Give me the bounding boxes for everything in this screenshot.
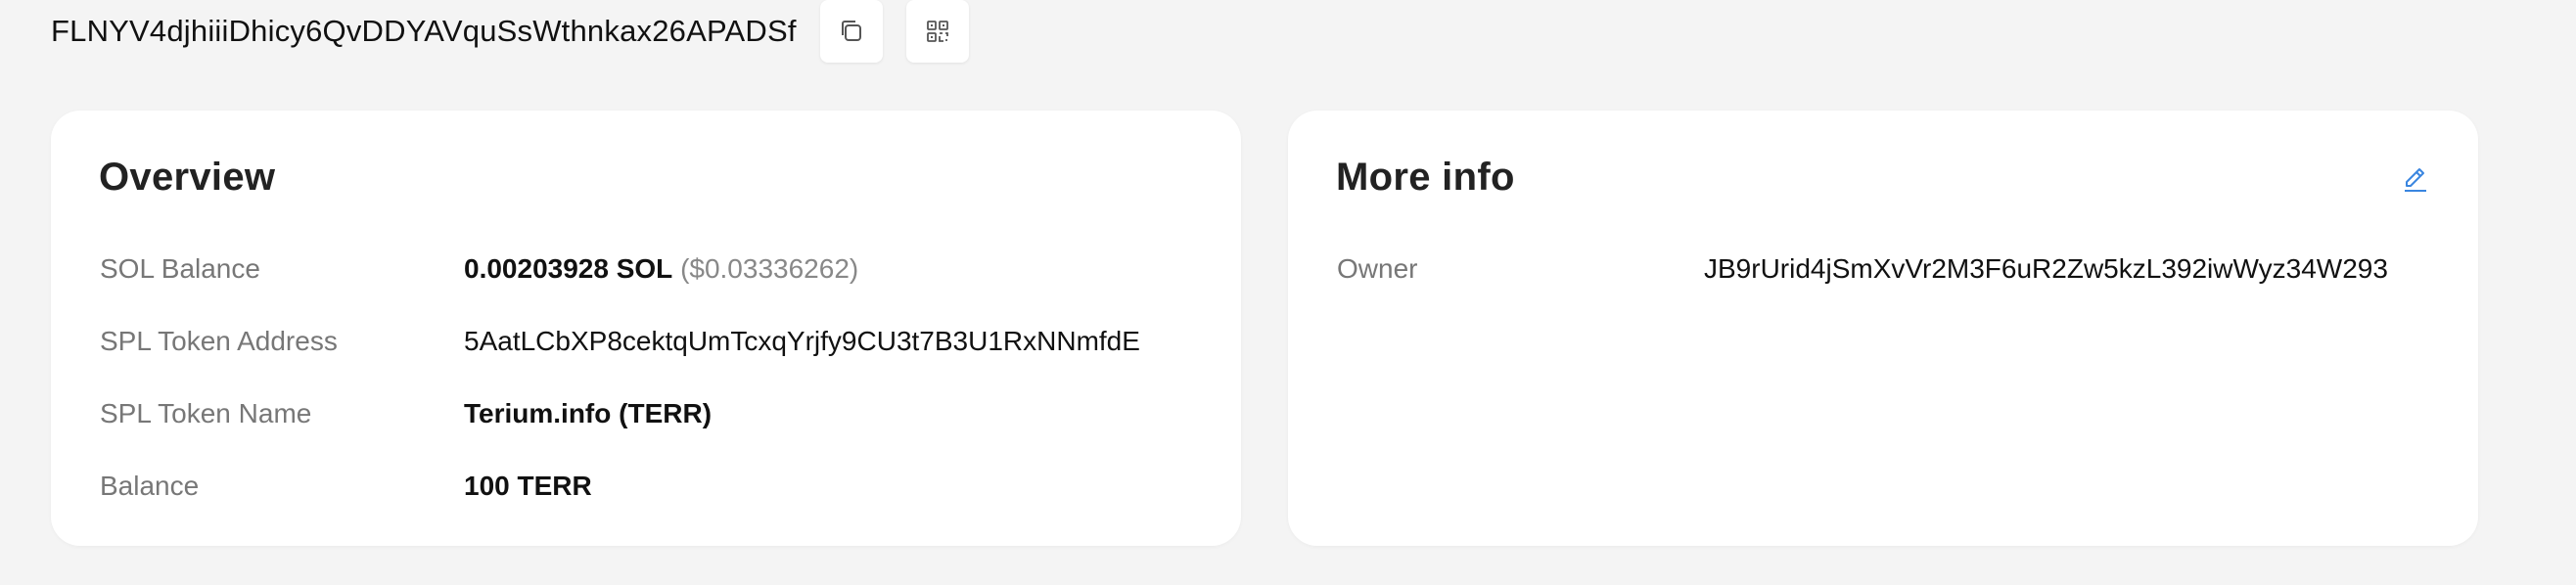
qr-code-button[interactable] [905,0,969,63]
sol-balance-amount: 0.00203928 SOL [464,253,673,284]
spl-token-name-value: Terium.info (TERR) [464,398,713,428]
sol-balance-label: SOL Balance [100,253,260,284]
overview-title: Overview [99,156,276,199]
balance-row: Balance 100 TERR [100,467,1202,506]
spl-token-address-link[interactable]: 5AatLCbXP8cektqUmTcxqYrjfy9CU3t7B3U1RxNN… [464,326,1140,357]
spl-token-name-row: SPL Token Name Terium.info (TERR) [100,394,1202,433]
spl-token-address-row: SPL Token Address 5AatLCbXP8cektqUmTcxqY… [100,322,1202,361]
qr-code-icon [926,21,948,42]
overview-card: Overview SOL Balance 0.00203928 SOL ($0.… [51,111,1241,546]
account-page: FLNYV4djhiiiDhicy6QvDDYAVquSsWthnkax26AP… [0,0,2576,585]
spl-token-address-label: SPL Token Address [100,326,338,356]
sol-balance-usd: ($0.03336262) [680,253,859,284]
more-info-title: More info [1336,156,1515,199]
owner-label: Owner [1337,253,1418,284]
copy-address-button[interactable] [819,0,883,63]
copy-icon [841,21,861,41]
pencil-icon [2405,168,2426,192]
more-info-card: More info Owner JB9rUrid4jSmXvVr2M3F6uR2… [1288,111,2478,546]
balance-label: Balance [100,471,200,501]
owner-row: Owner JB9rUrid4jSmXvVr2M3F6uR2Zw5kzL392i… [1337,249,2439,289]
sol-balance-value: 0.00203928 SOL ($0.03336262) [464,253,858,285]
spl-token-name-label: SPL Token Name [100,398,312,428]
owner-address-link[interactable]: JB9rUrid4jSmXvVr2M3F6uR2Zw5kzL392iwWyz34… [1704,253,2388,285]
account-address: FLNYV4djhiiiDhicy6QvDDYAVquSsWthnkax26AP… [51,14,797,48]
address-header: FLNYV4djhiiiDhicy6QvDDYAVquSsWthnkax26AP… [51,0,969,63]
balance-value: 100 TERR [464,471,592,501]
sol-balance-row: SOL Balance 0.00203928 SOL ($0.03336262) [100,249,1202,289]
edit-button[interactable] [2400,163,2431,195]
